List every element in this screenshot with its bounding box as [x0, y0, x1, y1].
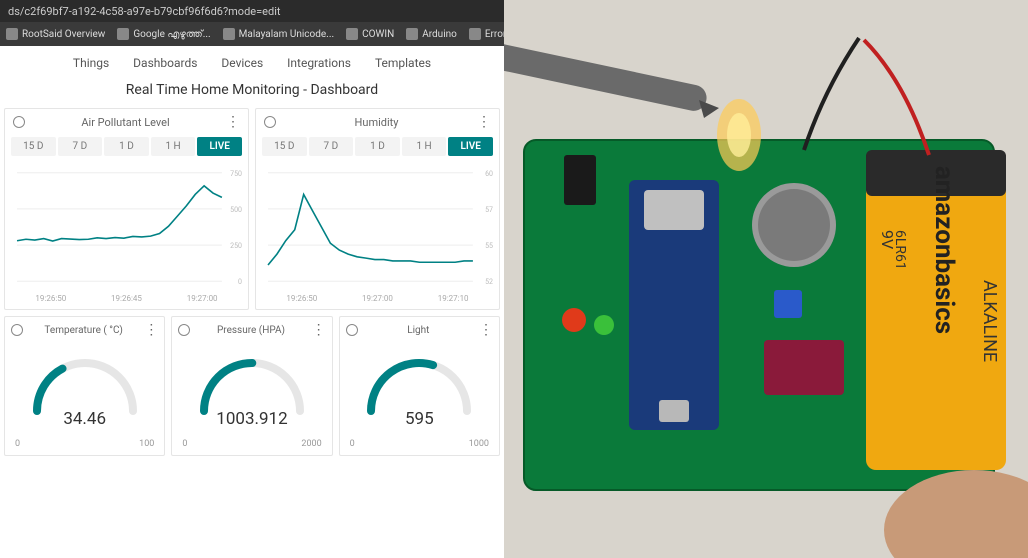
bookmark-label: COWIN — [362, 29, 394, 40]
bookmark-item[interactable]: Error parsing /opt/a... — [469, 28, 504, 40]
svg-text:amazonbasics: amazonbasics — [929, 166, 959, 334]
range-15d-button[interactable]: 15 D — [11, 137, 56, 156]
light-gauge — [359, 349, 479, 419]
bookmark-item[interactable]: Malayalam Unicode... — [223, 28, 334, 40]
svg-text:0: 0 — [238, 277, 242, 286]
temperature-gauge — [25, 349, 145, 419]
bookmarks-bar: RootSaid Overview Google എഴുത്ത്... Mala… — [0, 22, 504, 46]
humidity-chart: 52 55 57 60 — [256, 162, 499, 292]
card-title: Humidity — [355, 116, 399, 129]
tab-things[interactable]: Things — [73, 56, 109, 70]
air-pollutant-card: Air Pollutant Level ⋮ 15 D 7 D 1 D 1 H L… — [4, 108, 249, 310]
gauge-title: Light — [407, 325, 429, 336]
gauge-min: 0 — [350, 439, 355, 449]
gauge-min: 0 — [15, 439, 20, 449]
bookmark-label: Google എഴുത്ത്... — [133, 29, 210, 40]
gauge-title: Temperature ( °C) — [44, 325, 122, 336]
range-1d-button[interactable]: 1 D — [104, 137, 149, 156]
svg-text:500: 500 — [230, 205, 242, 214]
more-icon[interactable]: ⋮ — [144, 323, 158, 337]
x-axis-ticks: 19:26:5019:26:4519:27:00 — [5, 292, 248, 309]
range-1d-button[interactable]: 1 D — [355, 137, 400, 156]
light-gauge-card: Light ⋮ 595 0 1000 — [339, 316, 500, 456]
history-icon[interactable] — [346, 324, 358, 336]
history-icon[interactable] — [264, 116, 276, 128]
bookmark-icon — [223, 28, 235, 40]
gauge-title: Pressure (HPA) — [217, 325, 285, 336]
card-title: Air Pollutant Level — [81, 116, 169, 129]
more-icon[interactable]: ⋮ — [479, 323, 493, 337]
bookmark-item[interactable]: Google എഴുത്ത്... — [117, 28, 210, 40]
range-live-button[interactable]: LIVE — [197, 137, 242, 156]
tab-integrations[interactable]: Integrations — [287, 56, 351, 70]
tab-devices[interactable]: Devices — [221, 56, 263, 70]
pressure-gauge-card: Pressure (HPA) ⋮ 1003.912 0 2000 — [171, 316, 332, 456]
nav-tabs: Things Dashboards Devices Integrations T… — [0, 46, 504, 78]
bookmark-icon — [406, 28, 418, 40]
bookmark-icon — [117, 28, 129, 40]
svg-text:52: 52 — [485, 277, 493, 286]
pressure-gauge — [192, 349, 312, 419]
svg-text:57: 57 — [485, 205, 493, 214]
air-pollutant-chart: 0 250 500 750 — [5, 162, 248, 292]
hardware-photo: amazonbasics 9V 6LR61 ALKALINE — [504, 0, 1028, 558]
history-icon[interactable] — [178, 324, 190, 336]
bookmark-label: Arduino — [422, 29, 457, 40]
more-icon[interactable]: ⋮ — [226, 115, 240, 129]
range-1h-button[interactable]: 1 H — [151, 137, 196, 156]
gauge-max: 2000 — [301, 439, 321, 449]
x-axis-ticks: 19:26:5019:27:0019:27:10 — [256, 292, 499, 309]
bookmark-item[interactable]: RootSaid Overview — [6, 28, 105, 40]
bookmark-label: Error parsing /opt/a... — [485, 29, 504, 40]
range-7d-button[interactable]: 7 D — [309, 137, 354, 156]
url-bar[interactable]: ds/c2f69bf7-a192-4c58-a97e-b79cbf96f6d6?… — [0, 0, 504, 22]
page-title: Real Time Home Monitoring - Dashboard — [0, 78, 504, 108]
gauge-max: 100 — [139, 439, 154, 449]
range-live-button[interactable]: LIVE — [448, 137, 493, 156]
more-icon[interactable]: ⋮ — [312, 323, 326, 337]
gauge-max: 1000 — [469, 439, 489, 449]
range-7d-button[interactable]: 7 D — [58, 137, 103, 156]
bookmark-icon — [6, 28, 18, 40]
bookmark-label: Malayalam Unicode... — [239, 29, 334, 40]
range-15d-button[interactable]: 15 D — [262, 137, 307, 156]
temperature-gauge-card: Temperature ( °C) ⋮ 34.46 0 100 — [4, 316, 165, 456]
history-icon[interactable] — [11, 324, 23, 336]
bookmark-label: RootSaid Overview — [22, 29, 105, 40]
tab-dashboards[interactable]: Dashboards — [133, 56, 197, 70]
tab-templates[interactable]: Templates — [375, 56, 431, 70]
svg-text:6LR61: 6LR61 — [892, 230, 908, 270]
gauge-min: 0 — [182, 439, 187, 449]
svg-text:60: 60 — [485, 169, 493, 178]
range-1h-button[interactable]: 1 H — [402, 137, 447, 156]
bookmark-icon — [346, 28, 358, 40]
svg-text:55: 55 — [485, 241, 493, 250]
bookmark-item[interactable]: Arduino — [406, 28, 457, 40]
svg-text:ALKALINE: ALKALINE — [979, 280, 1000, 362]
svg-text:750: 750 — [230, 169, 242, 178]
bookmark-icon — [469, 28, 481, 40]
svg-text:250: 250 — [230, 241, 242, 250]
bookmark-item[interactable]: COWIN — [346, 28, 394, 40]
humidity-card: Humidity ⋮ 15 D 7 D 1 D 1 H LIVE 52 55 57 6… — [255, 108, 500, 310]
history-icon[interactable] — [13, 116, 25, 128]
more-icon[interactable]: ⋮ — [477, 115, 491, 129]
